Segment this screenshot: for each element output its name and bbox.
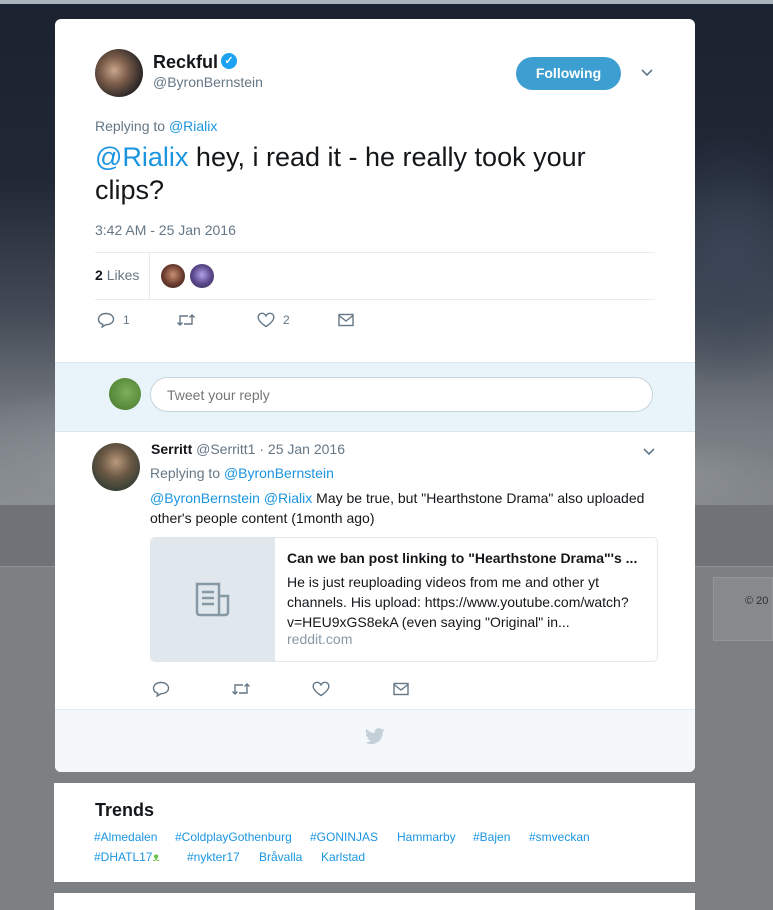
reply-input[interactable] — [150, 377, 653, 412]
replying-prefix: Replying to — [150, 465, 221, 481]
replying-to: Replying to @ByronBernstein — [150, 465, 334, 481]
trends-title: Trends — [95, 800, 155, 820]
link-card[interactable]: Can we ban post linking to "Hearthstone … — [150, 537, 658, 662]
card-domain: reddit.com — [287, 631, 353, 647]
trend-item[interactable]: #nykter17 — [187, 850, 240, 864]
divider — [95, 299, 655, 300]
likes-separator — [149, 253, 150, 299]
likes-label: Likes — [106, 267, 140, 283]
heart-icon — [257, 312, 275, 328]
trend-item[interactable]: #DHATL17ᴥ — [94, 850, 160, 864]
next-panel — [54, 893, 695, 910]
trend-item[interactable]: #Almedalen — [94, 830, 157, 844]
reply-count: 1 — [123, 313, 130, 327]
trend-label: #DHATL17 — [94, 850, 153, 864]
divider — [95, 252, 655, 253]
reply-action[interactable]: 1 — [97, 312, 130, 329]
following-button[interactable]: Following — [516, 57, 621, 90]
mail-icon — [393, 682, 409, 696]
reply-action[interactable] — [152, 681, 170, 698]
card-thumbnail — [151, 538, 275, 661]
document-icon — [195, 582, 230, 617]
avatar[interactable] — [95, 49, 143, 97]
mail-icon — [338, 313, 354, 327]
replying-prefix: Replying to — [95, 118, 166, 134]
user-avatar — [109, 378, 141, 410]
likes-number: 2 — [95, 267, 103, 283]
replying-to-link[interactable]: @ByronBernstein — [224, 465, 334, 481]
modal-footer — [55, 709, 695, 772]
timestamp[interactable]: 3:42 AM - 25 Jan 2016 — [95, 222, 236, 238]
liker-avatar[interactable] — [161, 264, 185, 288]
trend-item[interactable]: #Bajen — [473, 830, 510, 844]
trend-item[interactable]: Hammarby — [397, 830, 456, 844]
liker-avatar[interactable] — [190, 264, 214, 288]
mention-link[interactable]: @ByronBernstein — [150, 490, 260, 506]
trends-panel: Trends #Almedalen #ColdplayGothenburg #G… — [54, 783, 695, 882]
avatar[interactable] — [92, 443, 140, 491]
reply-author-name[interactable]: Serritt — [151, 441, 192, 457]
retweet-action[interactable] — [231, 681, 251, 697]
side-footer-box: © 20 — [713, 577, 773, 641]
heart-icon — [312, 681, 330, 697]
verified-icon: ✓ — [221, 53, 237, 69]
likes-count[interactable]: 2 Likes — [95, 267, 139, 283]
retweet-action[interactable] — [176, 312, 196, 328]
trend-item[interactable]: Karlstad — [321, 850, 365, 864]
mention-link[interactable]: @Rialix — [95, 142, 188, 172]
emoji-icon: ᴥ — [152, 850, 160, 864]
dm-action[interactable] — [392, 681, 410, 697]
trend-item[interactable]: #ColdplayGothenburg — [175, 830, 292, 844]
dm-action[interactable] — [337, 312, 355, 328]
copyright-text: © 20 — [745, 595, 769, 607]
author-name[interactable]: Reckful — [153, 52, 218, 73]
top-bar — [0, 0, 773, 4]
trend-item[interactable]: #smveckan — [529, 830, 590, 844]
tweet-modal: Reckful ✓ @ByronBernstein Following Repl… — [55, 19, 695, 772]
trend-item[interactable]: Bråvalla — [259, 850, 302, 864]
trend-item[interactable]: #GONINJAS — [310, 830, 378, 844]
author-handle[interactable]: @ByronBernstein — [153, 74, 263, 90]
reply-date[interactable]: · 25 Jan 2016 — [259, 441, 345, 457]
reply-text: @ByronBernstein @Rialix May be true, but… — [150, 488, 660, 528]
card-description: He is just reuploading videos from me an… — [287, 574, 629, 630]
reply-icon — [152, 681, 170, 698]
like-action[interactable] — [312, 681, 330, 697]
card-title: Can we ban post linking to "Hearthstone … — [287, 550, 638, 566]
reply-author-handle[interactable]: @Serritt1 — [196, 441, 255, 457]
reply-header: Serritt @Serritt1 · 25 Jan 2016 — [151, 441, 345, 457]
mention-link[interactable]: @Rialix — [264, 490, 312, 506]
like-action[interactable]: 2 — [257, 312, 290, 328]
chevron-down-icon[interactable] — [640, 65, 654, 81]
retweet-icon — [232, 683, 250, 695]
like-count: 2 — [283, 313, 290, 327]
twitter-bird-icon — [365, 728, 385, 745]
retweet-icon — [177, 314, 195, 326]
reply-icon — [97, 312, 115, 329]
chevron-down-icon[interactable] — [642, 444, 656, 460]
tweet-text: @Rialix hey, i read it - he really took … — [95, 141, 635, 207]
replying-to-link[interactable]: @Rialix — [169, 118, 217, 134]
replying-to: Replying to @Rialix — [95, 118, 217, 134]
